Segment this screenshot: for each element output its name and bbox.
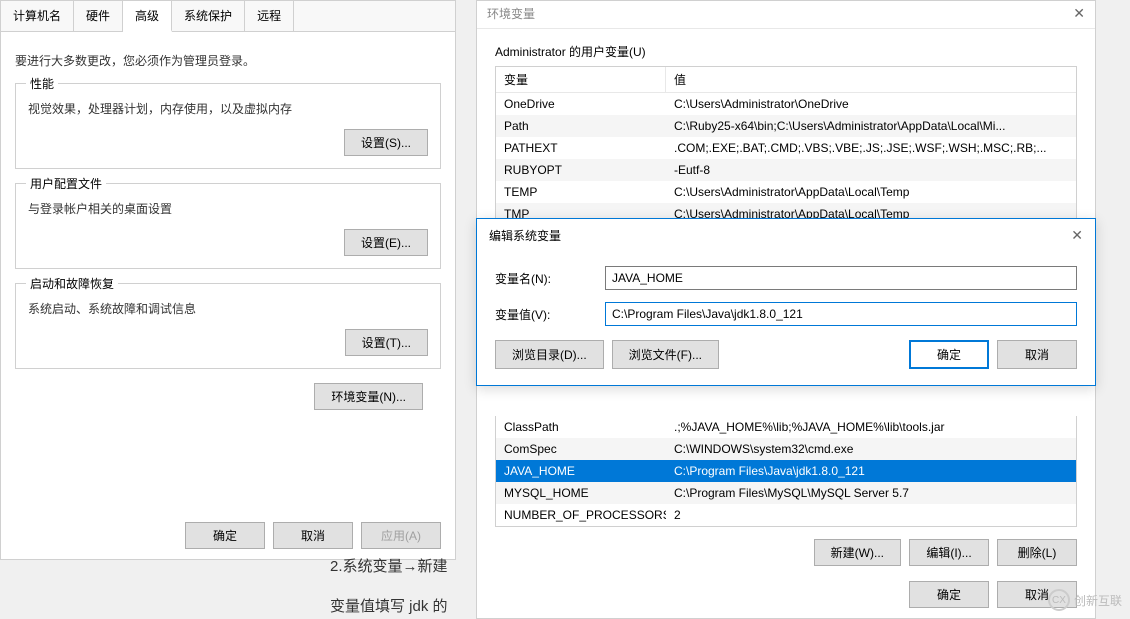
cell-name: TEMP <box>496 183 666 201</box>
cell-value: C:\Ruby25-x64\bin;C:\Users\Administrator… <box>666 117 1076 135</box>
user-profile-settings-button[interactable]: 设置(E)... <box>344 229 428 256</box>
cell-name: MYSQL_HOME <box>496 484 666 502</box>
tab-remote[interactable]: 远程 <box>245 1 294 31</box>
startup-settings-button[interactable]: 设置(T)... <box>345 329 428 356</box>
system-properties-content: 要进行大多数更改，您必须作为管理员登录。 性能 视觉效果，处理器计划，内存使用，… <box>1 32 455 422</box>
cell-value: -Eutf-8 <box>666 161 1076 179</box>
cell-value: C:\Users\Administrator\AppData\Local\Tem… <box>666 183 1076 201</box>
performance-settings-button[interactable]: 设置(S)... <box>344 129 428 156</box>
table-row[interactable]: MYSQL_HOMEC:\Program Files\MySQL\MySQL S… <box>496 482 1076 504</box>
cell-name: Path <box>496 117 666 135</box>
cell-name: JAVA_HOME <box>496 462 666 480</box>
instruction-text-2: 变量值填写 jdk 的 <box>330 595 448 616</box>
user-profile-desc: 与登录帐户相关的桌面设置 <box>28 200 428 217</box>
tab-computer-name[interactable]: 计算机名 <box>1 1 74 31</box>
cell-name: RUBYOPT <box>496 161 666 179</box>
watermark-text: 创新互联 <box>1074 592 1122 609</box>
close-icon[interactable]: ✕ <box>1071 227 1083 244</box>
delete-button[interactable]: 删除(L) <box>997 539 1077 566</box>
cell-name: PATHEXT <box>496 139 666 157</box>
edit-cancel-button[interactable]: 取消 <box>997 340 1077 369</box>
table-row[interactable]: JAVA_HOMEC:\Program Files\Java\jdk1.8.0_… <box>496 460 1076 482</box>
user-profile-title: 用户配置文件 <box>26 175 106 192</box>
new-button[interactable]: 新建(W)... <box>814 539 901 566</box>
system-properties-dialog: 计算机名 硬件 高级 系统保护 远程 要进行大多数更改，您必须作为管理员登录。 … <box>0 0 456 560</box>
instruction-text-1: 2.系统变量→新建 <box>330 555 448 576</box>
cell-value: C:\Program Files\MySQL\MySQL Server 5.7 <box>666 484 1076 502</box>
header-value: 值 <box>666 67 1076 92</box>
apply-button[interactable]: 应用(A) <box>361 522 441 549</box>
cell-value: 2 <box>666 506 1076 524</box>
performance-desc: 视觉效果，处理器计划，内存使用，以及虚拟内存 <box>28 100 428 117</box>
var-value-label: 变量值(V): <box>495 306 605 323</box>
tab-advanced[interactable]: 高级 <box>123 1 172 32</box>
table-row[interactable]: PathC:\Ruby25-x64\bin;C:\Users\Administr… <box>496 115 1076 137</box>
tabs-bar: 计算机名 硬件 高级 系统保护 远程 <box>1 1 455 32</box>
cell-name: NUMBER_OF_PROCESSORS <box>496 506 666 524</box>
close-icon[interactable]: ✕ <box>1073 5 1085 22</box>
cell-value: .;%JAVA_HOME%\lib;%JAVA_HOME%\lib\tools.… <box>666 418 1076 436</box>
var-name-label: 变量名(N): <box>495 270 605 287</box>
cell-value: C:\Users\Administrator\OneDrive <box>666 95 1076 113</box>
tab-system-protection[interactable]: 系统保护 <box>172 1 245 31</box>
cell-value: C:\WINDOWS\system32\cmd.exe <box>666 440 1076 458</box>
watermark-icon: CX <box>1048 589 1070 611</box>
startup-desc: 系统启动、系统故障和调试信息 <box>28 300 428 317</box>
tab-hardware[interactable]: 硬件 <box>74 1 123 31</box>
browse-dir-button[interactable]: 浏览目录(D)... <box>495 340 604 369</box>
table-row[interactable]: TEMPC:\Users\Administrator\AppData\Local… <box>496 181 1076 203</box>
browse-file-button[interactable]: 浏览文件(F)... <box>612 340 719 369</box>
cell-name: OneDrive <box>496 95 666 113</box>
startup-fieldset: 启动和故障恢复 系统启动、系统故障和调试信息 设置(T)... <box>15 283 441 369</box>
watermark: CX 创新互联 <box>1048 589 1122 611</box>
table-row[interactable]: RUBYOPT-Eutf-8 <box>496 159 1076 181</box>
table-row[interactable]: PATHEXT.COM;.EXE;.BAT;.CMD;.VBS;.VBE;.JS… <box>496 137 1076 159</box>
env-vars-titlebar: 环境变量 ✕ <box>477 1 1095 29</box>
cell-name: ClassPath <box>496 418 666 436</box>
cancel-button[interactable]: 取消 <box>273 522 353 549</box>
edit-system-variable-dialog: 编辑系统变量 ✕ 变量名(N): 变量值(V): 浏览目录(D)... 浏览文件… <box>476 218 1096 386</box>
var-name-input[interactable] <box>605 266 1077 290</box>
env-vars-title: 环境变量 <box>487 5 535 22</box>
table-row[interactable]: ComSpecC:\WINDOWS\system32\cmd.exe <box>496 438 1076 460</box>
table-row[interactable]: ClassPath.;%JAVA_HOME%\lib;%JAVA_HOME%\l… <box>496 416 1076 438</box>
user-vars-label: Administrator 的用户变量(U) <box>495 43 1077 60</box>
env-ok-button[interactable]: 确定 <box>909 581 989 608</box>
environment-variables-button[interactable]: 环境变量(N)... <box>314 383 423 410</box>
user-vars-table[interactable]: 变量 值 OneDriveC:\Users\Administrator\OneD… <box>495 66 1077 226</box>
ok-button[interactable]: 确定 <box>185 522 265 549</box>
table-header: 变量 值 <box>496 67 1076 93</box>
table-row[interactable]: OneDriveC:\Users\Administrator\OneDrive <box>496 93 1076 115</box>
edit-var-title: 编辑系统变量 <box>489 227 561 244</box>
user-profile-fieldset: 用户配置文件 与登录帐户相关的桌面设置 设置(E)... <box>15 183 441 269</box>
cell-value: C:\Program Files\Java\jdk1.8.0_121 <box>666 462 1076 480</box>
system-vars-buttons: 新建(W)... 编辑(I)... 删除(L) <box>495 539 1077 566</box>
table-row[interactable]: NUMBER_OF_PROCESSORS2 <box>496 504 1076 526</box>
performance-fieldset: 性能 视觉效果，处理器计划，内存使用，以及虚拟内存 设置(S)... <box>15 83 441 169</box>
edit-var-titlebar: 编辑系统变量 ✕ <box>477 219 1095 252</box>
edit-var-content: 变量名(N): 变量值(V): 浏览目录(D)... 浏览文件(F)... 确定… <box>477 252 1095 385</box>
edit-button[interactable]: 编辑(I)... <box>909 539 989 566</box>
performance-title: 性能 <box>26 75 58 92</box>
system-properties-footer: 确定 取消 应用(A) <box>185 522 441 549</box>
var-value-input[interactable] <box>605 302 1077 326</box>
startup-title: 启动和故障恢复 <box>26 275 118 292</box>
edit-ok-button[interactable]: 确定 <box>909 340 989 369</box>
admin-note: 要进行大多数更改，您必须作为管理员登录。 <box>15 52 441 69</box>
cell-name: ComSpec <box>496 440 666 458</box>
system-vars-table[interactable]: ClassPath.;%JAVA_HOME%\lib;%JAVA_HOME%\l… <box>495 416 1077 527</box>
cell-value: .COM;.EXE;.BAT;.CMD;.VBS;.VBE;.JS;.JSE;.… <box>666 139 1076 157</box>
header-name: 变量 <box>496 67 666 92</box>
